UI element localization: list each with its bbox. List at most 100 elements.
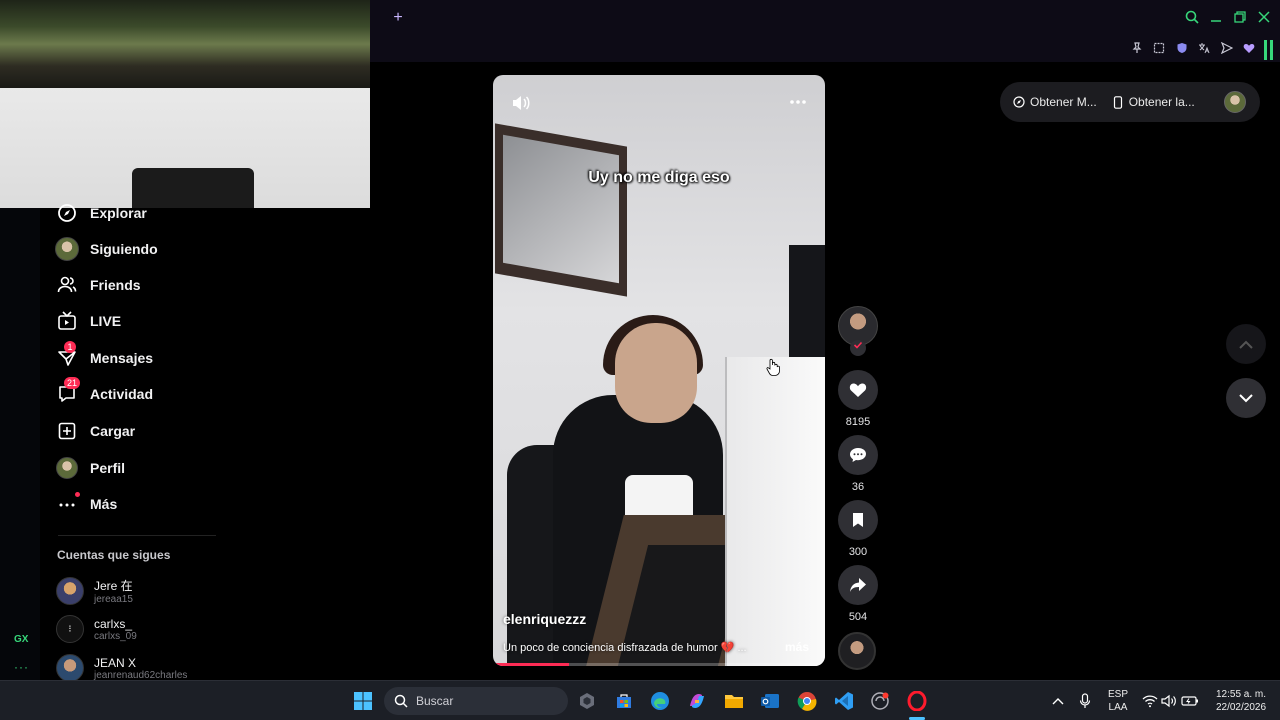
- language-code: ESP: [1107, 689, 1128, 700]
- next-video-button[interactable]: [1226, 378, 1266, 418]
- new-tab-button[interactable]: +: [390, 10, 406, 26]
- video-options-icon[interactable]: [789, 93, 807, 109]
- search-icon[interactable]: [1184, 10, 1200, 27]
- sidebar-item-explorar[interactable]: Explorar: [54, 200, 147, 226]
- account-avatar: [56, 577, 84, 605]
- music-disc[interactable]: [838, 632, 876, 670]
- video-description: Un poco de conciencia disfrazada de humo…: [503, 642, 747, 654]
- gx-logo[interactable]: GX: [14, 634, 28, 645]
- video-progress-fill: [493, 663, 570, 666]
- activity-badge: 21: [64, 377, 81, 389]
- messages-badge: 1: [64, 341, 76, 353]
- previous-video-button[interactable]: [1226, 324, 1266, 364]
- compass-icon: [1012, 95, 1026, 109]
- sidebar-item-label: Más: [90, 496, 118, 512]
- battery-icon[interactable]: [1178, 689, 1202, 713]
- webcam-chair: [132, 168, 254, 208]
- like-button[interactable]: [838, 370, 878, 410]
- taskbar-clock[interactable]: 12:55 a. m. 22/02/2026: [1208, 688, 1274, 714]
- video-progress-bar[interactable]: [493, 663, 825, 666]
- sidebar-item-label: Siguiendo: [90, 241, 158, 257]
- file-explorer-icon[interactable]: [722, 689, 746, 713]
- share-count: 504: [848, 611, 868, 623]
- sidebar-item-perfil[interactable]: Perfil: [54, 455, 125, 481]
- vscode-icon[interactable]: [832, 689, 856, 713]
- sidebar-item-mas[interactable]: Más: [54, 491, 117, 517]
- get-app-label: Obtener M...: [1030, 95, 1097, 109]
- store-icon[interactable]: [612, 689, 636, 713]
- microphone-icon[interactable]: [1073, 689, 1097, 713]
- translate-icon[interactable]: [1196, 42, 1212, 58]
- sidebar-item-mensajes[interactable]: 1 Mensajes: [54, 341, 153, 371]
- heart-icon: [849, 383, 867, 397]
- opera-icon[interactable]: [905, 689, 929, 713]
- sidebar-item-label: Perfil: [90, 460, 126, 476]
- sidebar-item-siguiendo[interactable]: Siguiendo: [54, 236, 158, 262]
- clock-date: 22/02/2026: [1215, 702, 1267, 713]
- windows-start-icon[interactable]: [351, 689, 375, 713]
- video-caption: Uy no me diga eso: [588, 169, 730, 186]
- chevron-up-icon[interactable]: [1046, 689, 1070, 713]
- sidebar-item-live[interactable]: LIVE: [54, 308, 121, 334]
- comment-count: 36: [851, 481, 865, 493]
- windows-taskbar: Buscar ESP LAA 12:55 a. m. 22/02/2026: [0, 680, 1280, 720]
- video-scene-monitor: [725, 357, 825, 666]
- account-handle: carlxs_09: [94, 630, 137, 642]
- user-avatar[interactable]: [1224, 91, 1246, 113]
- keyboard-layout: LAA: [1108, 702, 1128, 713]
- account-handle: jeanrenaud62charles: [94, 669, 188, 681]
- following-account[interactable]: ⁝ carlxs_ carlxs_09: [56, 615, 137, 643]
- live-icon: [54, 308, 80, 334]
- more-icon: [54, 491, 80, 517]
- sidebar-item-actividad[interactable]: 21 Actividad: [54, 377, 153, 407]
- restore-button[interactable]: [1232, 10, 1248, 26]
- copilot-icon[interactable]: [685, 689, 709, 713]
- following-avatar: [54, 236, 80, 262]
- webcam-painting: [0, 0, 370, 88]
- shield-icon[interactable]: [1174, 42, 1190, 58]
- taskbar-search-label: Buscar: [416, 694, 454, 708]
- follow-check-icon[interactable]: [850, 340, 866, 356]
- friends-icon: [54, 272, 80, 298]
- clock-time: 12:55 a. m.: [1215, 689, 1267, 700]
- video-username[interactable]: elenriquezzz: [503, 611, 586, 627]
- video-more-link[interactable]: más: [785, 640, 809, 654]
- browser-tabbar: +: [370, 0, 1280, 38]
- get-mobile-app-label: Obtener la...: [1128, 95, 1195, 109]
- get-app-link[interactable]: Obtener M...: [1012, 95, 1097, 109]
- webcam-overlay: [0, 0, 370, 208]
- save-button[interactable]: [838, 500, 878, 540]
- account-handle: jereaa15: [94, 594, 133, 605]
- sidebar-item-cargar[interactable]: Cargar: [54, 418, 135, 444]
- following-account[interactable]: JEAN X jeanrenaud62charles: [56, 654, 187, 682]
- pin-icon[interactable]: [1129, 42, 1145, 58]
- gx-sidebar-toggle[interactable]: [1264, 40, 1274, 60]
- share-button[interactable]: [838, 565, 878, 605]
- following-account[interactable]: Jere 在 jereaa15: [56, 577, 133, 605]
- snapshot-icon[interactable]: [1151, 42, 1167, 58]
- opera-gx-notify-icon[interactable]: [868, 689, 892, 713]
- account-avatar: [56, 654, 84, 682]
- sidebar-item-label: Explorar: [90, 205, 147, 221]
- get-app-pill: Obtener M... Obtener la...: [1000, 82, 1260, 122]
- messages-icon: 1: [54, 341, 80, 371]
- rail-more-icon[interactable]: ···: [14, 660, 29, 674]
- get-mobile-app-link[interactable]: Obtener la...: [1111, 95, 1195, 109]
- save-count: 300: [848, 546, 868, 558]
- edge-icon[interactable]: [648, 689, 672, 713]
- close-button[interactable]: [1256, 10, 1272, 26]
- minimize-button[interactable]: [1208, 10, 1224, 26]
- send-icon[interactable]: [1219, 41, 1235, 58]
- outlook-icon[interactable]: [758, 689, 782, 713]
- activity-icon: 21: [54, 377, 81, 407]
- chrome-icon[interactable]: [795, 689, 819, 713]
- task-view-icon[interactable]: [575, 689, 599, 713]
- language-indicator[interactable]: ESP LAA: [1106, 688, 1130, 714]
- comment-button[interactable]: [838, 435, 878, 475]
- heart-icon[interactable]: [1241, 42, 1257, 58]
- mute-icon[interactable]: [511, 95, 531, 111]
- chevron-down-icon: [1239, 393, 1253, 402]
- sidebar-item-friends[interactable]: Friends: [54, 272, 141, 298]
- taskbar-search[interactable]: Buscar: [384, 687, 568, 715]
- browser-toolbar: [370, 38, 1280, 62]
